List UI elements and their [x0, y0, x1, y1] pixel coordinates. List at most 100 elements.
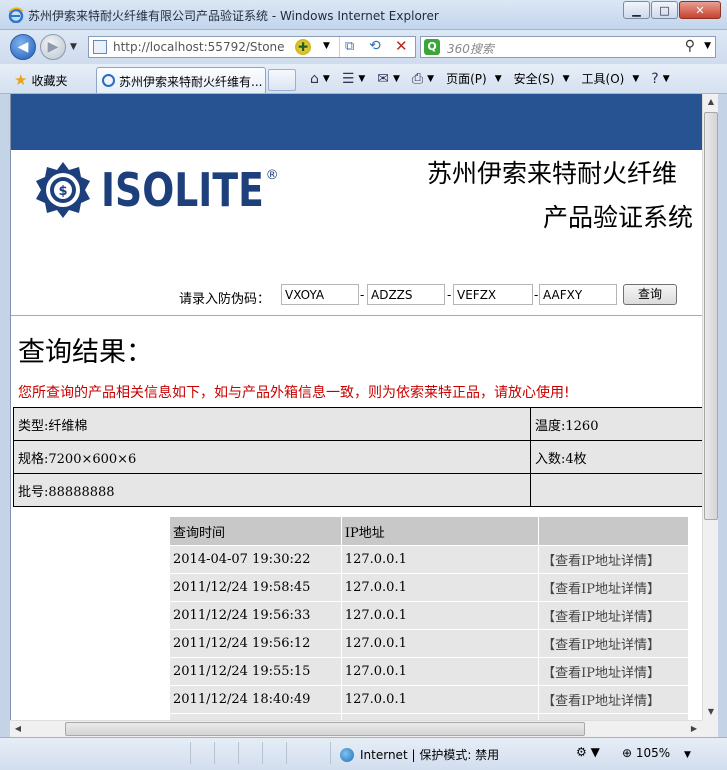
- code-input-3[interactable]: VEFZX: [453, 284, 533, 305]
- feeds-icon[interactable]: ☰: [342, 71, 355, 87]
- search-dropdown-icon[interactable]: ▼: [704, 41, 711, 51]
- new-tab-button[interactable]: [268, 69, 296, 91]
- tools-menu-dropdown-icon[interactable]: ▼: [632, 74, 639, 84]
- page-menu[interactable]: 页面(P): [446, 70, 487, 87]
- ip-detail-link[interactable]: 【查看IP地址详情】: [538, 545, 689, 574]
- ip-detail-link[interactable]: 【查看IP地址详情】: [538, 601, 689, 630]
- favorites-label: 收藏夹: [31, 73, 68, 88]
- divider: [11, 315, 702, 316]
- forward-arrow-icon: ▶: [47, 39, 59, 55]
- status-tools-icon[interactable]: ⚙ ▼: [576, 745, 600, 759]
- col-header-ip: IP地址: [340, 516, 540, 546]
- tools-menu[interactable]: 工具(O): [582, 70, 625, 87]
- brand-registered: ®: [265, 167, 279, 183]
- zoom-control[interactable]: ⊕ 105% ▼: [622, 746, 691, 760]
- brand-text: ISOLITE: [101, 163, 264, 217]
- mail-icon[interactable]: ✉: [377, 71, 389, 87]
- code-input-4[interactable]: AAFXY: [539, 284, 617, 305]
- home-dropdown-icon[interactable]: ▼: [323, 74, 330, 84]
- authentic-notice: 您所查询的产品相关信息如下，如与产品外箱信息一致，则为依索莱特正品，请放心使用!: [18, 385, 570, 401]
- svg-text:$: $: [58, 184, 67, 199]
- forward-button[interactable]: ▶: [40, 34, 66, 60]
- col-header-action: [538, 516, 689, 546]
- status-divider: [190, 742, 191, 764]
- table-row: 2011/12/24 19:56:33 127.0.0.1 【查看IP地址详情】: [169, 601, 689, 630]
- history-dropdown-icon[interactable]: ▼: [70, 42, 77, 52]
- title-bar: 苏州伊索来特耐火纤维有限公司产品验证系统 - Windows Internet …: [0, 0, 727, 30]
- zone-text: Internet | 保护模式: 禁用: [360, 748, 500, 762]
- table-row: 2011/12/24 18:40:49 127.0.0.1 【查看IP地址详情】: [169, 685, 689, 714]
- log-ip: 127.0.0.1: [340, 629, 540, 658]
- safety-menu[interactable]: 安全(S): [514, 70, 555, 87]
- window-title: 苏州伊索来特耐火纤维有限公司产品验证系统 - Windows Internet …: [28, 9, 439, 23]
- table-row: 2011/12/24 19:55:15 127.0.0.1 【查看IP地址详情】: [169, 657, 689, 686]
- vertical-scrollbar[interactable]: ▲ ▼: [702, 94, 718, 720]
- scroll-down-icon[interactable]: ▼: [703, 704, 719, 720]
- status-bar: Internet | 保护模式: 禁用 ⚙ ▼ ⊕ 105% ▼: [0, 737, 727, 770]
- url-dropdown-icon[interactable]: ▼: [323, 41, 330, 51]
- status-divider: [262, 742, 263, 764]
- tab-title: 苏州伊索来特耐火纤维有...: [119, 75, 263, 89]
- favorites-button[interactable]: ★ 收藏夹: [14, 71, 67, 89]
- close-button[interactable]: ✕: [679, 1, 721, 19]
- tab-ie-icon: [102, 74, 115, 87]
- header-band: [11, 94, 702, 150]
- ip-detail-link[interactable]: 【查看IP地址详情】: [538, 657, 689, 686]
- ie-logo-icon: [8, 7, 24, 23]
- url-text[interactable]: http://localhost:55792/Stone.W: [113, 40, 285, 54]
- search-icon[interactable]: ⚲: [685, 38, 695, 54]
- safety-menu-dropdown-icon[interactable]: ▼: [563, 74, 570, 84]
- ip-detail-link[interactable]: 【查看IP地址详情】: [538, 629, 689, 658]
- compat-view-icon[interactable]: ⧉: [345, 39, 354, 54]
- query-button[interactable]: 查询: [623, 284, 677, 305]
- print-dropdown-icon[interactable]: ▼: [427, 74, 434, 84]
- url-divider: [339, 37, 340, 57]
- horizontal-scroll-thumb[interactable]: [65, 722, 585, 736]
- table-row: 2014-04-07 19:30:22 127.0.0.1 【查看IP地址详情】: [169, 545, 689, 574]
- home-icon[interactable]: ⌂: [310, 71, 319, 87]
- product-info-table: 类型:纤维棉 温度:1260 规格:7200×600×6 入数:4枚 批号:88…: [13, 407, 702, 507]
- status-divider: [330, 742, 331, 764]
- feeds-dropdown-icon[interactable]: ▼: [358, 74, 365, 84]
- log-time: 2011/12/24 19:56:12: [169, 629, 342, 658]
- zoom-dropdown-icon[interactable]: ▼: [684, 750, 691, 760]
- ip-detail-link[interactable]: 【查看IP地址详情】: [538, 685, 689, 714]
- ip-detail-link[interactable]: 【查看IP地址详情】: [538, 573, 689, 602]
- security-zone[interactable]: Internet | 保护模式: 禁用: [340, 746, 499, 763]
- mail-dropdown-icon[interactable]: ▼: [393, 74, 400, 84]
- info-spec: 规格:7200×600×6: [13, 440, 531, 474]
- code-separator: -: [447, 288, 452, 302]
- info-temperature: 温度:1260: [530, 407, 702, 441]
- scroll-right-icon[interactable]: ▶: [686, 721, 702, 737]
- vertical-scroll-thumb[interactable]: [704, 112, 718, 520]
- code-input-2[interactable]: ADZZS: [367, 284, 445, 305]
- code-input-1[interactable]: VXOYA: [281, 284, 359, 305]
- zoom-level: 105%: [635, 746, 671, 760]
- horizontal-scrollbar[interactable]: ◀ ▶: [10, 720, 702, 737]
- log-ip: 127.0.0.1: [340, 545, 540, 574]
- url-input[interactable]: http://localhost:55792/Stone.W ✚ ▼ ⧉ ⟲ ✕: [88, 36, 416, 58]
- print-icon[interactable]: ⎙: [412, 71, 423, 87]
- search-input[interactable]: Q 360搜索 ⚲ ▼: [420, 36, 716, 58]
- back-button[interactable]: ◀: [10, 34, 36, 60]
- page-menu-dropdown-icon[interactable]: ▼: [495, 74, 502, 84]
- log-time: 2011/12/24 18:40:49: [169, 685, 342, 714]
- log-ip: 127.0.0.1: [340, 657, 540, 686]
- company-name: 苏州伊索来特耐火纤维: [427, 159, 678, 188]
- scroll-up-icon[interactable]: ▲: [703, 94, 719, 110]
- col-header-time: 查询时间: [169, 516, 342, 546]
- page-icon: [93, 40, 107, 54]
- tab-active[interactable]: 苏州伊索来特耐火纤维有...: [96, 67, 266, 93]
- stop-icon[interactable]: ✕: [395, 37, 408, 55]
- log-time: 2011/12/24 19:56:33: [169, 601, 342, 630]
- maximize-button[interactable]: □: [651, 1, 678, 19]
- help-icon[interactable]: ?: [651, 71, 658, 87]
- zoom-icon: ⊕: [622, 746, 633, 760]
- help-dropdown-icon[interactable]: ▼: [663, 74, 670, 84]
- system-name: 产品验证系统: [543, 203, 694, 232]
- scroll-left-icon[interactable]: ◀: [10, 721, 26, 737]
- compatibility-icon[interactable]: ✚: [295, 39, 311, 55]
- log-ip: 127.0.0.1: [340, 601, 540, 630]
- refresh-icon[interactable]: ⟲: [369, 38, 381, 54]
- minimize-button[interactable]: ▁: [623, 1, 650, 19]
